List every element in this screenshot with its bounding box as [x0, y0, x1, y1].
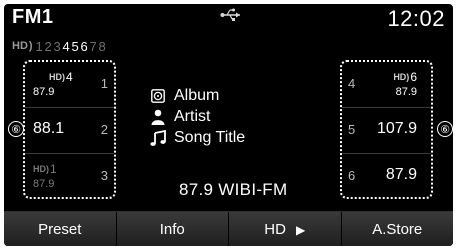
song-row: Song Title — [150, 128, 245, 148]
artist-text: Artist — [174, 108, 211, 125]
album-text: Album — [174, 87, 220, 104]
preset-frequency: 87.9 — [385, 166, 417, 183]
bottom-button-bar: Preset Info HD ▶ A.Store — [4, 211, 453, 246]
preset-frequency: 107.9 — [376, 120, 417, 137]
preset-item-2[interactable]: 88.1 2 — [25, 108, 114, 154]
preset-frequency: 87.9 — [33, 86, 55, 98]
hd-channel-1[interactable]: 1 — [35, 39, 44, 54]
radio-screen: FM1 12:02 HD) 1 2 3 4 5 6 7 8 HD) 4 87.9… — [4, 4, 453, 246]
hd-radio-icon: HD) 1 — [33, 162, 57, 176]
hd-button-label: HD — [264, 221, 286, 238]
hd-channel-row: HD) 1 2 3 4 5 6 7 8 — [12, 38, 107, 54]
hd-channel-5[interactable]: 5 — [71, 39, 80, 54]
info-button[interactable]: Info — [116, 212, 229, 246]
hd-radio-icon: HD) 6 — [393, 70, 417, 84]
preset-number: 1 — [100, 76, 108, 91]
callout-marker-right: ⑥ — [437, 121, 453, 137]
band-label: FM1 — [12, 6, 54, 28]
preset-item-6[interactable]: 6 87.9 — [342, 154, 431, 199]
preset-number: 6 — [348, 168, 356, 183]
hd-channel-6[interactable]: 6 — [80, 39, 89, 54]
preset-button[interactable]: Preset — [4, 212, 117, 246]
hd-channel-7[interactable]: 7 — [89, 39, 98, 54]
album-icon — [150, 88, 166, 104]
station-name: 87.9 WIBI-FM — [179, 180, 288, 199]
info-button-label: Info — [159, 221, 185, 238]
preset-item-1[interactable]: HD) 4 87.9 1 — [25, 62, 114, 108]
hd-radio-icon: HD) 4 — [49, 70, 73, 84]
preset-item-4[interactable]: 4 HD) 6 87.9 — [342, 62, 431, 108]
astore-button[interactable]: A.Store — [341, 212, 453, 246]
preset-item-3[interactable]: HD) 1 87.9 3 — [25, 154, 114, 199]
hd-channel-4[interactable]: 4 — [62, 39, 71, 54]
callout-marker-left: ⑥ — [8, 121, 24, 137]
play-arrow-icon: ▶ — [295, 222, 306, 237]
hd-channel-2[interactable]: 2 — [44, 39, 53, 54]
artist-row: Artist — [150, 107, 245, 127]
preset-number: 5 — [348, 122, 356, 137]
preset-button-label: Preset — [38, 221, 82, 238]
preset-frequency: 87.9 — [33, 178, 55, 190]
preset-panel-left: HD) 4 87.9 1 88.1 2 HD) 1 87.9 3 — [23, 60, 116, 199]
preset-number: 4 — [348, 76, 356, 91]
astore-button-label: A.Store — [372, 221, 423, 238]
preset-panel-right: 4 HD) 6 87.9 5 107.9 6 87.9 — [340, 60, 433, 199]
music-note-icon — [150, 130, 166, 146]
usb-icon — [220, 7, 242, 27]
hd-channel-3[interactable]: 3 — [53, 39, 62, 54]
now-playing-info: Album Artist Song Title — [150, 86, 245, 149]
preset-item-5[interactable]: 5 107.9 — [342, 108, 431, 154]
preset-frequency: 88.1 — [33, 120, 65, 137]
preset-number: 3 — [100, 168, 108, 183]
preset-frequency: 87.9 — [395, 86, 417, 98]
hd-radio-icon: HD) — [12, 40, 33, 52]
album-row: Album — [150, 86, 245, 106]
hd-button[interactable]: HD ▶ — [229, 212, 342, 246]
clock: 12:02 — [387, 6, 445, 31]
hd-channel-8[interactable]: 8 — [98, 39, 107, 54]
artist-icon — [150, 109, 166, 125]
preset-number: 2 — [100, 122, 108, 137]
song-title-text: Song Title — [174, 129, 246, 146]
status-bar: FM1 12:02 — [4, 4, 453, 34]
